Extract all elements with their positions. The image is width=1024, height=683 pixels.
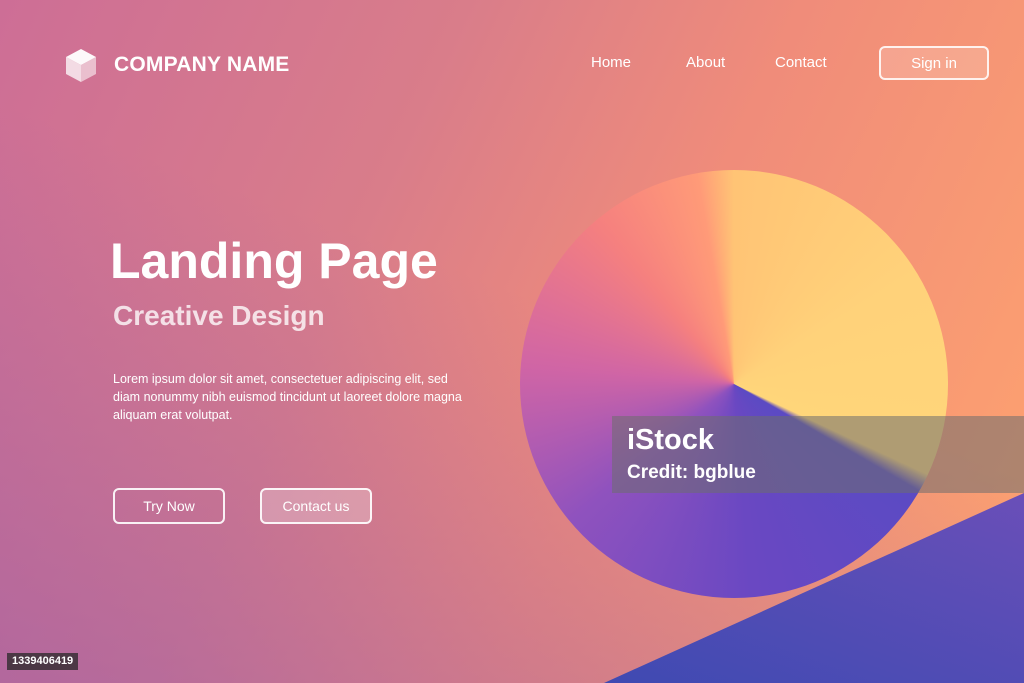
hero-subtitle: Creative Design (113, 300, 325, 331)
cube-icon (66, 49, 96, 82)
nav-contact-link[interactable]: Contact (775, 54, 827, 71)
image-id-badge: 1339406419 (7, 653, 79, 670)
watermark-credit: Credit: bgblue (627, 462, 756, 483)
try-now-button[interactable]: Try Now (113, 488, 225, 524)
hero-title: Landing Page (110, 233, 438, 289)
company-name: COMPANY NAME (114, 53, 290, 76)
sign-in-button[interactable]: Sign in (879, 46, 989, 80)
watermark-brand: iStock (627, 424, 715, 456)
contact-us-button[interactable]: Contact us (260, 488, 372, 524)
logo[interactable]: COMPANY NAME (64, 47, 289, 83)
stock-watermark: iStock Credit: bgblue (612, 416, 1024, 493)
hero-body-text: Lorem ipsum dolor sit amet, consectetuer… (113, 372, 462, 422)
nav-about-link[interactable]: About (686, 54, 725, 71)
header: COMPANY NAME Home About Contact Sign in (0, 0, 1024, 130)
gradient-circle (520, 170, 948, 598)
nav-home-link[interactable]: Home (591, 54, 631, 71)
